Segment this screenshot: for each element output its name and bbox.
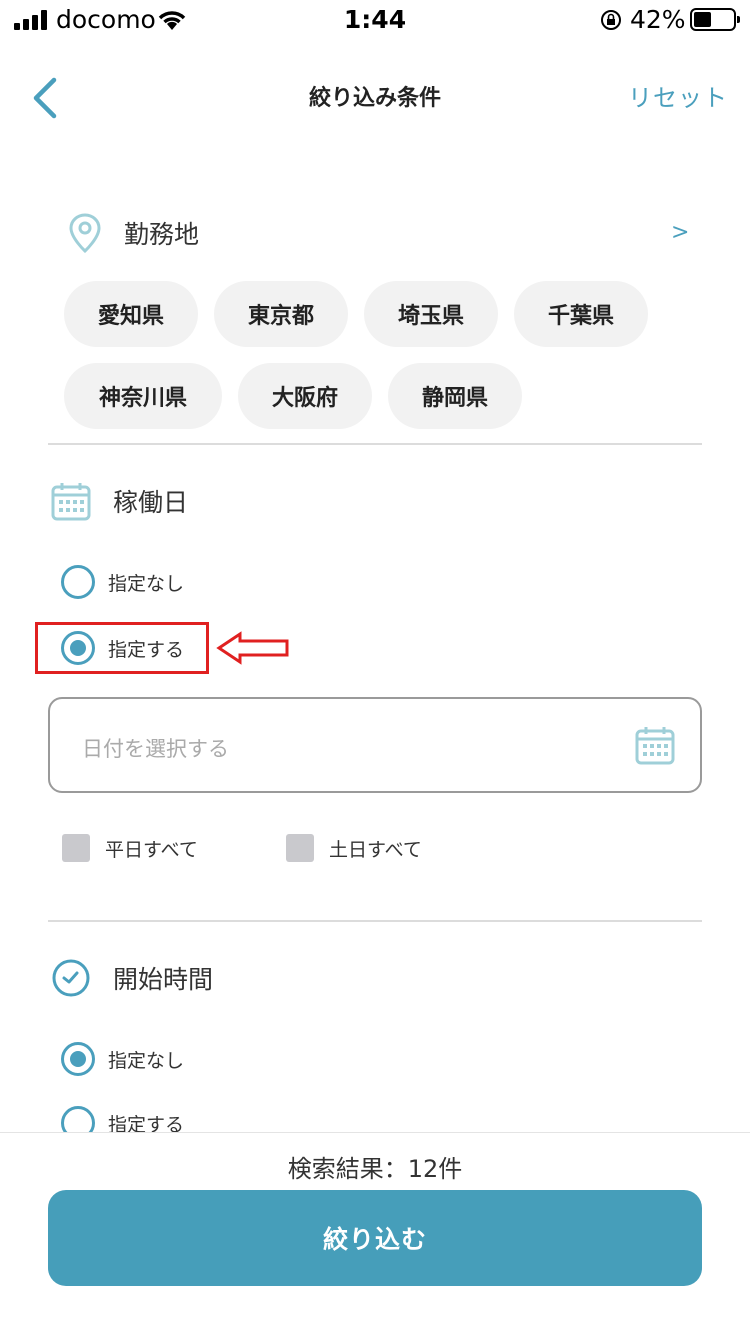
start-time-radio-none[interactable]: 指定なし	[61, 1042, 184, 1076]
prefecture-chip[interactable]: 愛知県	[64, 281, 198, 347]
start-time-header: 開始時間	[51, 958, 213, 998]
nav-bar: 絞り込み条件 リセット	[0, 56, 750, 136]
date-placeholder: 日付を選択する	[82, 737, 229, 761]
battery-percent: 42%	[630, 5, 686, 34]
location-title: 勤務地	[124, 220, 200, 249]
location-header[interactable]: 勤務地	[68, 212, 199, 254]
start-time-title: 開始時間	[113, 965, 214, 994]
annotation-arrow-icon	[216, 631, 289, 665]
radio-unselected-icon	[61, 565, 95, 599]
prefecture-chip[interactable]: 神奈川県	[64, 363, 222, 429]
filter-submit-button[interactable]: 絞り込む	[48, 1190, 702, 1286]
status-bar: docomo 1:44 42%	[0, 0, 750, 40]
rotation-lock-icon	[601, 10, 621, 30]
annotation-highlight-box	[35, 622, 209, 674]
reset-button[interactable]: リセット	[628, 78, 728, 113]
divider	[48, 920, 702, 922]
location-pin-icon	[69, 213, 101, 254]
radio-selected-icon	[61, 1042, 95, 1076]
workday-title: 稼働日	[113, 488, 189, 517]
prefecture-chip[interactable]: 埼玉県	[364, 281, 498, 347]
prefecture-chip[interactable]: 東京都	[214, 281, 348, 347]
prefecture-chip[interactable]: 大阪府	[238, 363, 372, 429]
calendar-icon	[635, 727, 675, 765]
workday-radio-none[interactable]: 指定なし	[61, 565, 184, 599]
bottom-bar: 検索結果：12件 絞り込む	[0, 1132, 750, 1334]
radio-label: 指定なし	[108, 572, 185, 595]
checkbox-label: 平日すべて	[105, 838, 198, 861]
checkbox-label: 土日すべて	[329, 838, 422, 861]
checkbox-icon	[62, 834, 90, 862]
weekends-checkbox[interactable]: 土日すべて	[286, 834, 422, 862]
calendar-icon	[51, 483, 91, 521]
result-count: 検索結果：12件	[287, 1155, 463, 1183]
location-chevron-icon[interactable]: >	[671, 220, 689, 245]
battery-icon	[690, 8, 740, 31]
radio-label: 指定なし	[108, 1049, 185, 1072]
divider	[48, 443, 702, 445]
clock-icon	[52, 959, 90, 997]
weekdays-checkbox[interactable]: 平日すべて	[62, 834, 198, 862]
prefecture-chip[interactable]: 静岡県	[388, 363, 522, 429]
checkbox-icon	[286, 834, 314, 862]
prefecture-chip[interactable]: 千葉県	[514, 281, 648, 347]
workday-header: 稼働日	[50, 480, 188, 522]
date-picker-field[interactable]: 日付を選択する	[48, 697, 702, 793]
